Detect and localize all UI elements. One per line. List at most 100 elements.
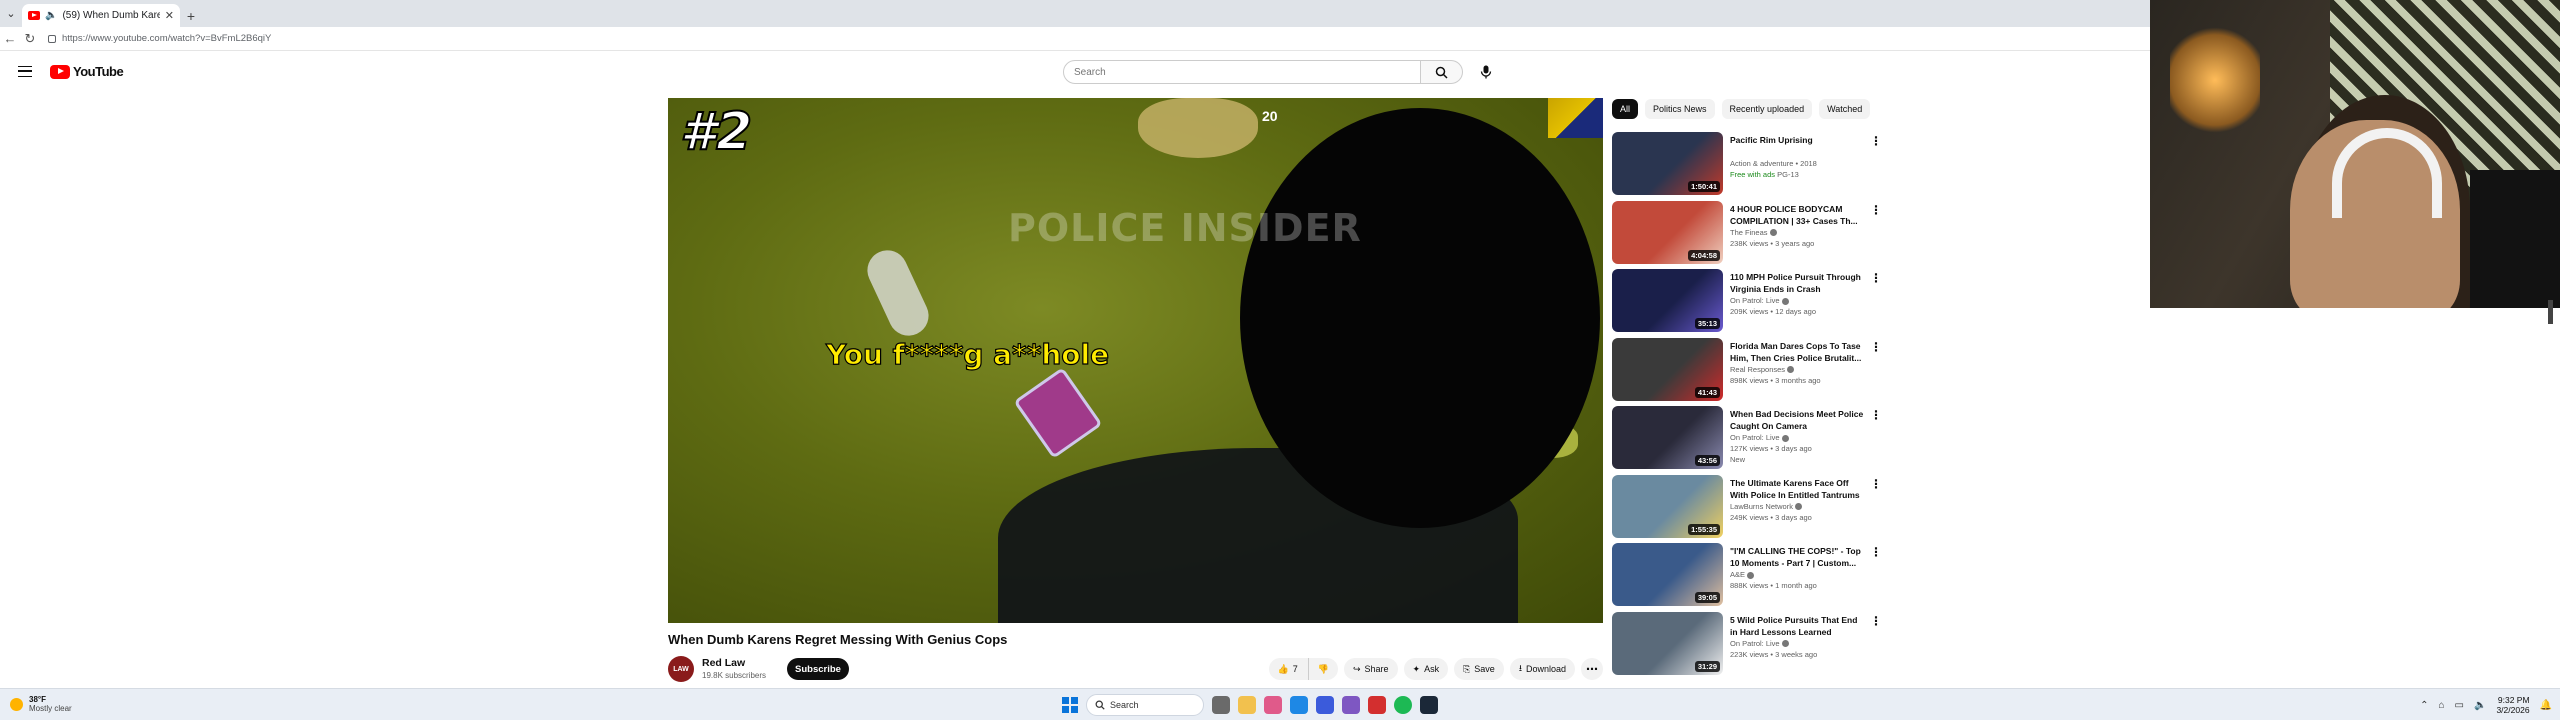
chip-watched[interactable]: Watched (1819, 99, 1871, 119)
rec-title[interactable]: 4 HOUR POLICE BODYCAM COMPILATION | 33+ … (1730, 203, 1865, 227)
ask-button[interactable]: ✦ Ask (1403, 658, 1449, 680)
video-thumbnail[interactable]: 4:04:58 (1612, 200, 1723, 264)
list-item[interactable]: 43:56 When Bad Decisions Meet Police Cau… (1612, 405, 1882, 474)
more-options-icon[interactable]: ⋮ (1870, 340, 1882, 354)
download-icon: ⭳ (1518, 663, 1522, 673)
dislike-button[interactable]: 👎 (1307, 658, 1338, 680)
rec-title[interactable]: When Bad Decisions Meet Police Caught On… (1730, 408, 1865, 432)
reload-icon[interactable]: ↻ (20, 29, 40, 49)
rec-title[interactable]: 110 MPH Police Pursuit Through Virginia … (1730, 271, 1865, 295)
chevron-up-icon[interactable]: ⌃ (2420, 700, 2428, 711)
more-options-icon[interactable]: ⋮ (1870, 477, 1882, 491)
taskbar-apps: Search (1062, 694, 1438, 716)
chip-politics-news[interactable]: Politics News (1645, 99, 1715, 119)
channel-avatar[interactable]: LAW (668, 656, 694, 682)
video-thumbnail[interactable]: 1:50:41 (1612, 132, 1723, 195)
list-item[interactable]: 35:13 110 MPH Police Pursuit Through Vir… (1612, 268, 1882, 337)
youtube-logo-text: YouTube (73, 64, 124, 79)
weather-widget[interactable]: 38°F Mostly clear (10, 695, 72, 713)
share-button[interactable]: ↪ Share (1343, 658, 1398, 680)
search-button[interactable] (1421, 60, 1463, 84)
recommendations-list: 1:50:41 Pacific Rim Uprising Action & ad… (1612, 131, 1882, 679)
spotify-icon[interactable] (1394, 696, 1412, 714)
thumbs-up-icon: 👍 (1277, 663, 1289, 674)
video-thumbnail[interactable]: 35:13 (1612, 269, 1723, 332)
weather-moon-icon (10, 697, 23, 711)
subscribe-button[interactable]: Subscribe (787, 658, 849, 680)
more-options-icon[interactable]: ⋮ (1870, 203, 1882, 217)
more-options-icon[interactable]: ⋮ (1870, 408, 1882, 422)
task-view-icon[interactable] (1212, 696, 1230, 714)
video-player[interactable]: #2 20 POLICE INSIDER You f****g a**hole (668, 98, 1603, 623)
video-thumbnail[interactable]: 39:05 (1612, 543, 1723, 606)
video-rank-overlay: #2 (679, 101, 753, 163)
list-item[interactable]: 31:29 5 Wild Police Pursuits That End in… (1612, 611, 1882, 680)
rec-channel: On Patrol: Live (1730, 296, 1789, 305)
app-icon-purple[interactable] (1342, 696, 1360, 714)
chip-recently-uploaded[interactable]: Recently uploaded (1721, 99, 1813, 119)
windows-start-icon[interactable] (1062, 697, 1078, 713)
more-options-icon[interactable]: ⋮ (1870, 614, 1882, 628)
more-options-icon[interactable]: ⋮ (1870, 271, 1882, 285)
rec-title[interactable]: Pacific Rim Uprising (1730, 134, 1865, 146)
list-item[interactable]: 4:04:58 4 HOUR POLICE BODYCAM COMPILATIO… (1612, 200, 1882, 269)
browser-tab-active[interactable]: 🔈 (59) When Dumb Karens Re... ✕ (22, 4, 180, 27)
duration-badge: 39:05 (1694, 592, 1720, 603)
steam-icon[interactable] (1420, 696, 1438, 714)
edge-browser-icon[interactable] (1290, 696, 1308, 714)
windows-taskbar: 38°F Mostly clear Search ⌃ ⌂ ▭ 🔈 9:32 PM… (0, 688, 2560, 720)
video-thumbnail[interactable]: 43:56 (1612, 406, 1723, 469)
url-field[interactable]: https://www.youtube.com/watch?v=BvFmL2B6… (48, 30, 1448, 48)
photos-app-icon[interactable] (1264, 696, 1282, 714)
verified-icon (1787, 366, 1795, 374)
close-tab-icon[interactable]: ✕ (165, 9, 174, 22)
more-actions-icon[interactable]: ⋯ (1581, 658, 1603, 680)
list-item[interactable]: 41:43 Florida Man Dares Cops To Tase Him… (1612, 337, 1882, 406)
file-explorer-icon[interactable] (1238, 696, 1256, 714)
list-item[interactable]: 1:55:35 The Ultimate Karens Face Off Wit… (1612, 474, 1882, 543)
webcam-overlay (2150, 0, 2560, 308)
video-thumbnail[interactable]: 1:55:35 (1612, 474, 1723, 538)
like-button[interactable]: 👍 7 (1268, 658, 1308, 680)
video-thumbnail[interactable]: 31:29 (1612, 611, 1723, 675)
address-bar-row: ← ↻ https://www.youtube.com/watch?v=BvFm… (0, 27, 2150, 51)
app-icon-blue[interactable] (1316, 696, 1334, 714)
menu-icon[interactable] (18, 66, 32, 77)
list-item[interactable]: 39:05 "I'M CALLING THE COPS!" - Top 10 M… (1612, 542, 1882, 611)
youtube-header: YouTube (0, 56, 2150, 88)
rec-title[interactable]: Florida Man Dares Cops To Tase Him, Then… (1730, 340, 1865, 364)
download-button[interactable]: ⭳ Download (1509, 658, 1575, 680)
monitor-icon[interactable]: ▭ (2455, 700, 2464, 711)
back-arrow-icon[interactable]: ← (0, 29, 20, 49)
notification-bell-icon[interactable]: 🔔 (2540, 700, 2552, 711)
voice-search-button[interactable] (1473, 60, 1499, 84)
more-options-icon[interactable]: ⋮ (1870, 134, 1882, 148)
taskbar-search[interactable]: Search (1086, 694, 1204, 716)
youtube-favicon-icon (28, 11, 40, 20)
list-item[interactable]: 1:50:41 Pacific Rim Uprising Action & ad… (1612, 131, 1882, 200)
clock[interactable]: 9:32 PM 3/2/2026 (2496, 695, 2529, 715)
video-scene-shoe (860, 243, 936, 343)
app-icon-red[interactable] (1368, 696, 1386, 714)
youtube-logo[interactable]: YouTube (50, 64, 124, 79)
search-icon (1435, 66, 1448, 79)
rec-title[interactable]: The Ultimate Karens Face Off With Police… (1730, 477, 1865, 501)
more-options-icon[interactable]: ⋮ (1870, 545, 1882, 559)
duration-badge: 41:43 (1694, 386, 1720, 398)
video-title: When Dumb Karens Regret Messing With Gen… (668, 632, 1008, 647)
channel-name[interactable]: Red Law (702, 657, 745, 669)
webcam-lamp (2170, 20, 2260, 140)
chip-all[interactable]: All (1612, 99, 1639, 119)
page-scrollbar[interactable] (2548, 300, 2553, 324)
video-thumbnail[interactable]: 41:43 (1612, 337, 1723, 401)
volume-icon[interactable]: 🔈 (2474, 700, 2486, 711)
save-button[interactable]: ⎘ Save (1454, 658, 1504, 680)
rec-title[interactable]: "I'M CALLING THE COPS!" - Top 10 Moments… (1730, 545, 1865, 569)
rec-title[interactable]: 5 Wild Police Pursuits That End in Hard … (1730, 614, 1865, 638)
tab-list-chevron-icon[interactable]: ⌄ (0, 0, 22, 27)
speaker-icon[interactable]: 🔈 (45, 10, 57, 21)
like-count: 7 (1292, 664, 1298, 674)
network-icon[interactable]: ⌂ (2439, 700, 2445, 711)
new-tab-button[interactable]: + (180, 4, 202, 27)
search-input[interactable] (1074, 66, 1420, 78)
